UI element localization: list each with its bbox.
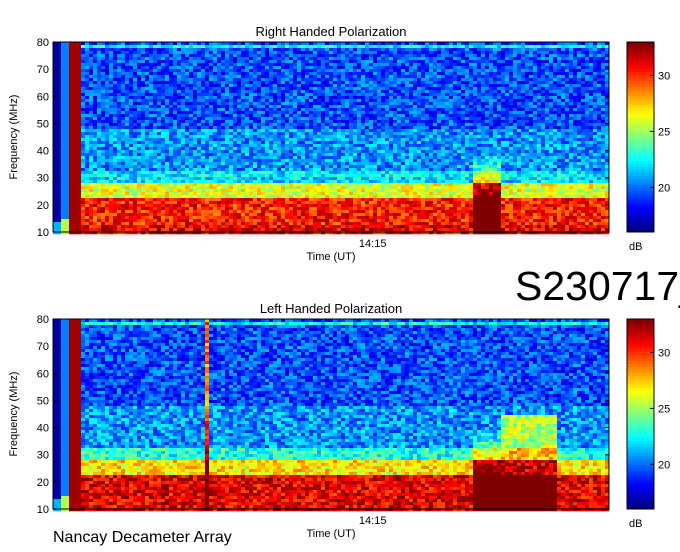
y-tick-label: 40 <box>37 423 49 435</box>
colorbar-tick-label: 25 <box>658 126 670 138</box>
y-tick-label: 30 <box>37 450 49 462</box>
x-axis-label: Time (UT) <box>306 251 355 263</box>
colorbar-tick-label: 30 <box>658 71 670 83</box>
panel-title: Right Handed Polarization <box>255 24 406 39</box>
x-tick-label: 14:15 <box>359 238 387 250</box>
heatmap-cells <box>53 42 610 235</box>
y-tick-label: 40 <box>37 146 49 158</box>
colorbar: 20 25 30 dB <box>626 318 670 530</box>
y-tick-label: 20 <box>37 200 49 212</box>
colorbar-label: dB <box>629 241 642 253</box>
heatmap-cells <box>53 319 610 512</box>
y-tick-label: 10 <box>37 227 49 239</box>
spectrogram-panel-right: 10 20 30 40 50 60 70 80 14:15 Time (UT) Frequency … <box>8 24 670 263</box>
colorbar-label: dB <box>629 518 642 530</box>
colorbar-tick-label: 20 <box>658 182 670 194</box>
y-tick-label: 70 <box>37 64 49 76</box>
y-tick-label: 60 <box>37 368 49 380</box>
y-tick-label: 70 <box>37 341 49 353</box>
colorbar: 20 25 30 dB <box>626 41 670 253</box>
y-tick-label: 50 <box>37 118 49 130</box>
spectrogram-panel-left: 10 20 30 40 50 60 70 80 14:15 Time (UT) Frequency … <box>8 301 670 540</box>
y-tick-label: 20 <box>37 477 49 489</box>
colorbar-tick-label: 30 <box>658 348 670 360</box>
y-tick-label: 10 <box>37 504 49 516</box>
station-code-label: S230717_ <box>515 263 680 309</box>
y-tick-label: 50 <box>37 395 49 407</box>
footer-label: Nancay Decameter Array <box>53 529 232 546</box>
colorbar-tick-label: 20 <box>658 459 670 471</box>
y-axis-label: Frequency (MHz) <box>8 95 20 180</box>
x-axis-label: Time (UT) <box>306 528 355 540</box>
y-tick-label: 80 <box>37 314 49 326</box>
x-tick-label: 14:15 <box>359 515 387 527</box>
y-tick-label: 80 <box>37 37 49 49</box>
y-tick-label: 60 <box>37 91 49 103</box>
y-tick-label: 30 <box>37 173 49 185</box>
panel-title: Left Handed Polarization <box>260 301 402 316</box>
y-axis-label: Frequency (MHz) <box>8 372 20 457</box>
colorbar-tick-label: 25 <box>658 403 670 415</box>
